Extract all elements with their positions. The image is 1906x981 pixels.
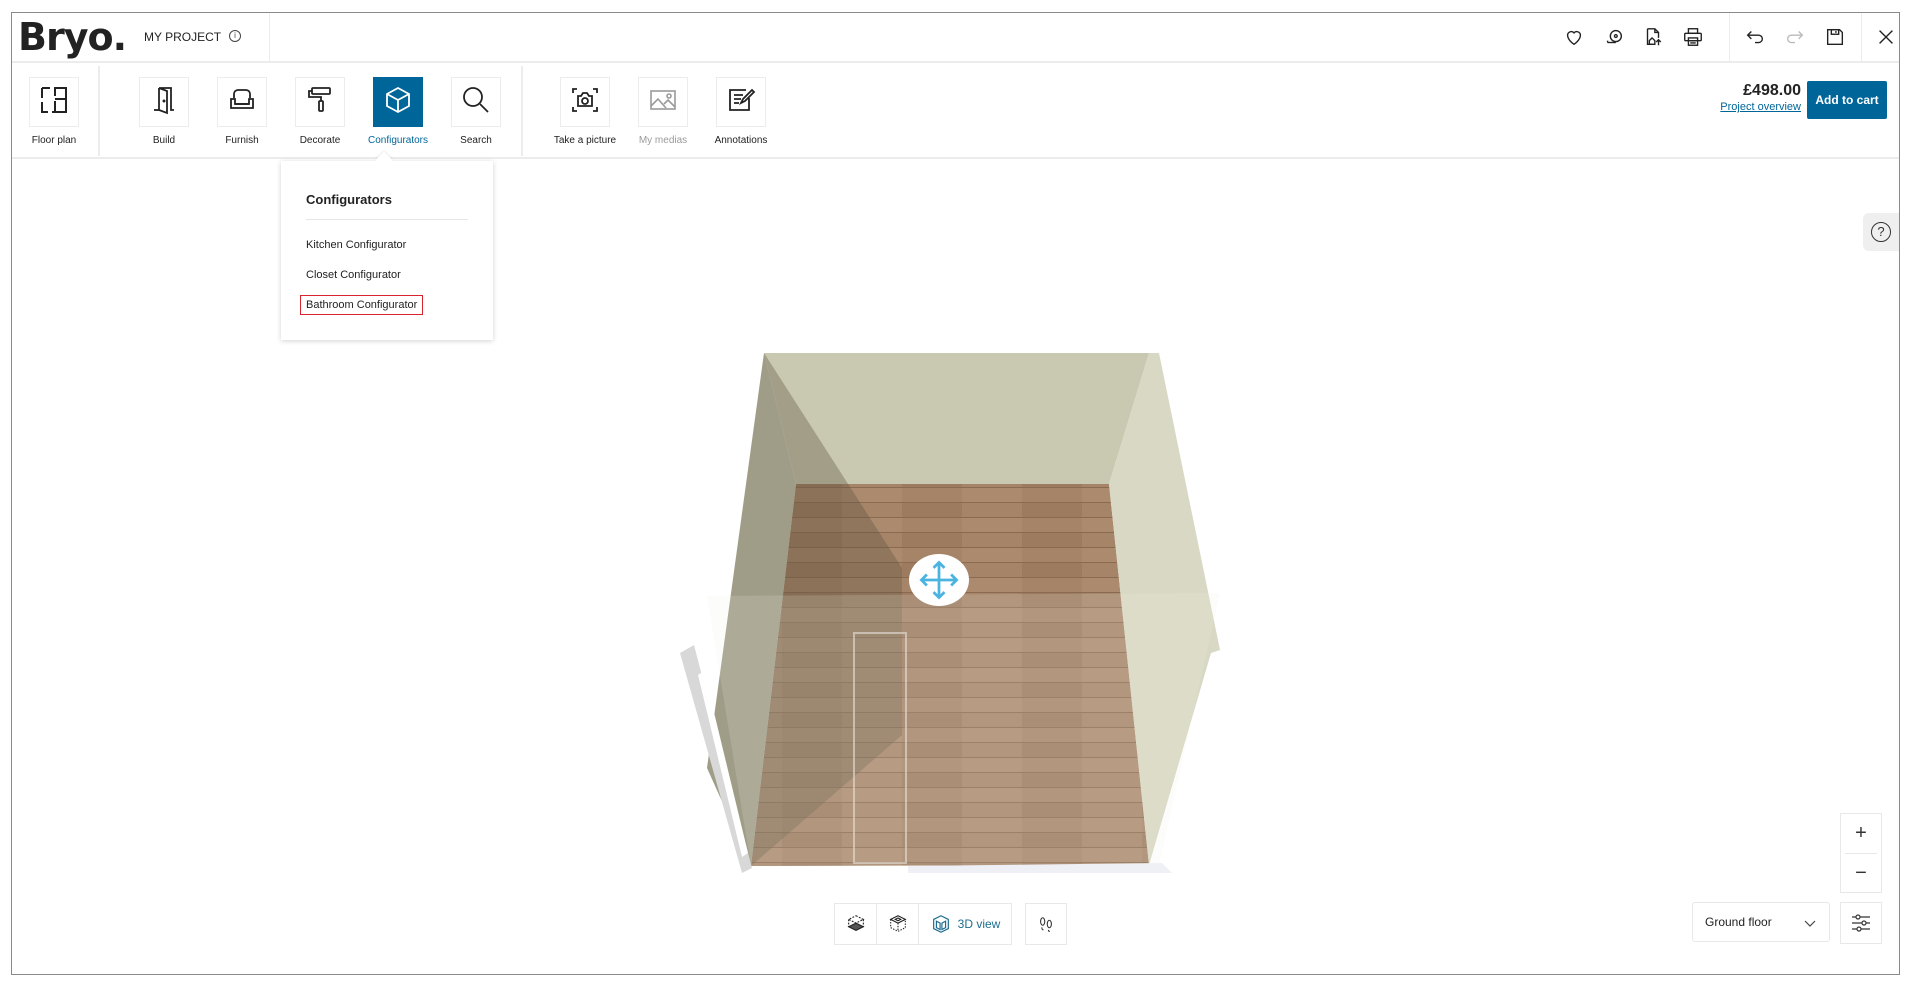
tool-label: My medias (628, 135, 698, 146)
zoom-out-button[interactable]: − (1841, 854, 1881, 893)
tool-build[interactable]: Build (129, 77, 199, 146)
help-button[interactable]: ? (1863, 213, 1899, 251)
search-icon (460, 84, 492, 121)
move-arrows-icon (917, 558, 961, 602)
front-wall (707, 593, 1220, 866)
tool-label: Annotations (706, 135, 776, 146)
tool-label: Take a picture (550, 135, 620, 146)
tool-annotations[interactable]: Annotations (706, 77, 776, 146)
header-divider (1861, 13, 1862, 61)
tool-label: Furnish (207, 135, 277, 146)
menu-divider (306, 219, 468, 220)
tool-take-picture[interactable]: Take a picture (550, 77, 620, 146)
configurators-menu: Configurators Kitchen Configurator Close… (281, 161, 493, 340)
3d-view-icon (930, 913, 952, 935)
tape-measure-icon[interactable] (1602, 25, 1626, 49)
view-mode-top-3d[interactable] (877, 904, 919, 944)
total-price: £498.00 (1720, 82, 1801, 100)
help-icon: ? (1871, 222, 1891, 242)
logo: Bryo. (18, 15, 126, 59)
floor-select[interactable]: Ground floor (1692, 902, 1830, 942)
camera-icon (569, 84, 601, 121)
chevron-down-icon (1803, 916, 1817, 930)
tool-decorate[interactable]: Decorate (285, 77, 355, 146)
top-3d-view-icon (887, 913, 909, 935)
2d-plan-view-icon (845, 913, 867, 935)
floor-plan-icon (38, 84, 70, 121)
zoom-in-button[interactable]: + (1841, 814, 1881, 853)
tool-search[interactable]: Search (441, 77, 511, 146)
undo-icon[interactable] (1743, 25, 1767, 49)
door-icon (148, 84, 180, 121)
view-mode-3d[interactable]: 3D view (919, 904, 1011, 944)
footsteps-icon (1036, 914, 1056, 934)
floor-select-value: Ground floor (1705, 915, 1772, 929)
info-icon[interactable]: i (229, 30, 241, 42)
toolbar-divider (521, 66, 523, 156)
cube-icon (382, 84, 414, 121)
export-file-icon[interactable] (1641, 25, 1665, 49)
app-window: Bryo. MY PROJECT i (11, 12, 1900, 975)
menu-item-bathroom-configurator[interactable]: Bathroom Configurator (300, 295, 423, 315)
tool-configurators[interactable]: Configurators (363, 77, 433, 146)
menu-item-kitchen-configurator[interactable]: Kitchen Configurator (306, 239, 406, 251)
close-icon[interactable] (1874, 25, 1898, 49)
tool-furnish[interactable]: Furnish (207, 77, 277, 146)
toolbar-divider (98, 66, 100, 156)
tool-label: Build (129, 135, 199, 146)
header: Bryo. MY PROJECT i (12, 13, 1899, 63)
header-divider (269, 13, 270, 61)
project-name[interactable]: MY PROJECT (144, 30, 221, 44)
walk-mode-button[interactable] (1025, 903, 1067, 945)
add-to-cart-button[interactable]: Add to cart (1807, 81, 1887, 119)
3d-room-viewport[interactable] (662, 353, 1262, 913)
tool-label: Floor plan (19, 135, 89, 146)
armchair-icon (226, 84, 258, 121)
tool-my-medias: My medias (628, 77, 698, 146)
3d-view-label: 3D view (958, 917, 1001, 931)
heart-icon[interactable] (1562, 25, 1586, 49)
header-divider (1729, 13, 1730, 61)
toolbar: Floor plan Build Furnish Decorate Conf (12, 64, 1899, 159)
view-mode-switcher: 3D view (834, 903, 1012, 945)
view-settings-button[interactable] (1840, 902, 1882, 944)
tool-label: Configurators (363, 135, 433, 146)
view-mode-2d[interactable] (835, 904, 877, 944)
tool-label: Decorate (285, 135, 355, 146)
tool-label: Search (441, 135, 511, 146)
printer-icon[interactable] (1681, 25, 1705, 49)
menu-item-closet-configurator[interactable]: Closet Configurator (306, 269, 401, 281)
save-icon[interactable] (1823, 25, 1847, 49)
paint-roller-icon (304, 84, 336, 121)
notes-icon (725, 84, 757, 121)
redo-icon (1783, 25, 1807, 49)
move-handle[interactable] (909, 554, 969, 606)
project-overview-link[interactable]: Project overview (1720, 101, 1801, 113)
tool-floor-plan[interactable]: Floor plan (19, 77, 89, 146)
zoom-controls: + − (1840, 813, 1882, 893)
sliders-icon (1850, 912, 1872, 934)
price-summary: £498.00 Project overview (1720, 82, 1801, 113)
menu-title: Configurators (306, 192, 392, 207)
image-icon (647, 84, 679, 121)
